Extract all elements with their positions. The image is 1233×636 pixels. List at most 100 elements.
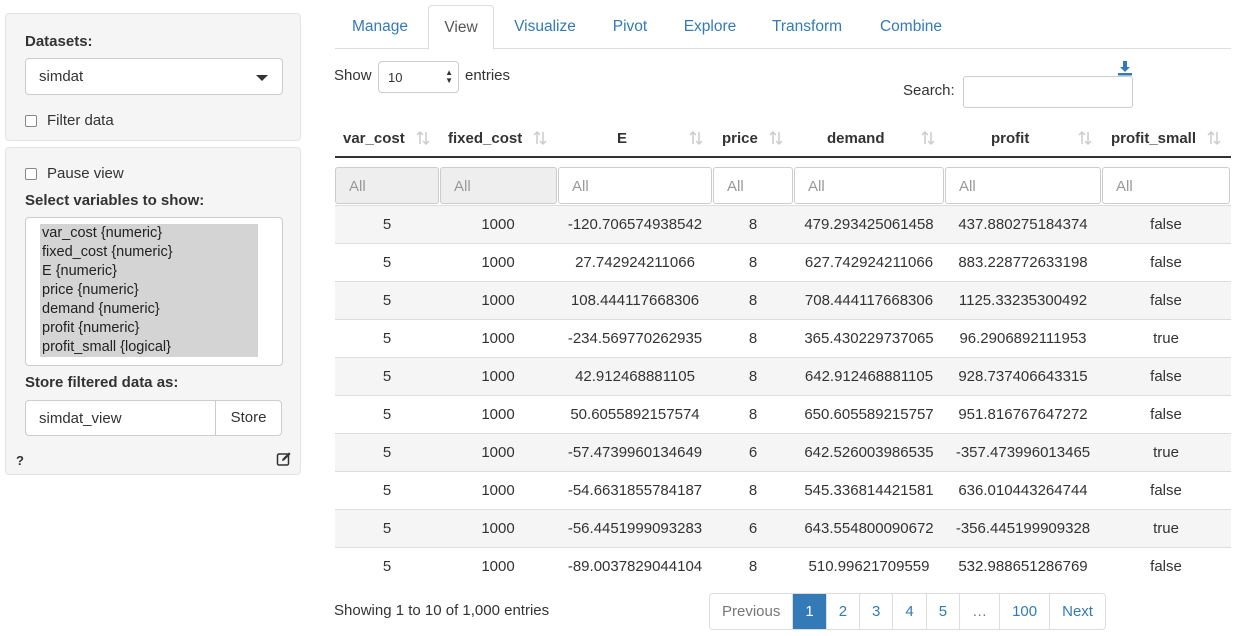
- filter-demand[interactable]: All: [794, 167, 944, 204]
- filter-data-checkbox[interactable]: [25, 114, 37, 127]
- pagination-page-100[interactable]: 100: [999, 594, 1050, 629]
- download-icon[interactable]: [1117, 60, 1133, 76]
- table-cell-demand: 627.742924211066: [804, 254, 934, 271]
- table-cell-demand: 642.526003986535: [804, 444, 934, 461]
- table-cell-var-cost: 5: [382, 444, 392, 461]
- table-row[interactable]: 5 1000 -57.4739960134649 6 642.526003986535 -…: [335, 433, 1231, 471]
- table-row[interactable]: 5 1000 -234.569770262935 8 365.430229737065 9…: [335, 319, 1231, 357]
- column-header-profit-small[interactable]: profit_small: [1111, 120, 1196, 158]
- table-cell-fixed-cost: 1000: [481, 292, 515, 309]
- store-label: Store filtered data as:: [25, 374, 179, 391]
- column-header-var-cost[interactable]: var_cost: [343, 120, 405, 158]
- pagination-page-1[interactable]: 1: [792, 594, 826, 629]
- filter-profit-small[interactable]: All: [1102, 167, 1230, 204]
- store-button[interactable]: Store: [215, 400, 282, 436]
- variable-option[interactable]: profit_small {logical}: [40, 338, 258, 357]
- sort-icon[interactable]: [920, 130, 936, 146]
- pagination-page-5[interactable]: 5: [925, 594, 960, 629]
- edit-icon[interactable]: [276, 451, 292, 467]
- table-row[interactable]: 5 1000 108.444117668306 8 708.444117668306 11…: [335, 281, 1231, 319]
- variable-option[interactable]: price {numeric}: [40, 281, 258, 300]
- pagination-previous[interactable]: Previous: [710, 594, 793, 629]
- table-cell-profit: 883.228772633198: [958, 254, 1088, 271]
- column-header-e[interactable]: E: [617, 120, 627, 158]
- variable-option[interactable]: profit {numeric}: [40, 319, 258, 338]
- column-header-price[interactable]: price: [722, 120, 758, 158]
- table-cell-demand: 650.605589215757: [804, 406, 934, 423]
- sort-icon[interactable]: [688, 130, 704, 146]
- sort-icon[interactable]: [415, 130, 431, 146]
- table-cell-demand: 642.912468881105: [804, 368, 934, 385]
- table-cell-e: -89.0037829044104: [567, 558, 703, 575]
- tab-explore[interactable]: Explore: [674, 5, 746, 49]
- table-cell-profit-small: false: [1150, 482, 1182, 499]
- tab-transform[interactable]: Transform: [763, 5, 851, 49]
- help-icon[interactable]: ?: [16, 453, 24, 468]
- sort-icon[interactable]: [768, 130, 784, 146]
- table-row[interactable]: 5 1000 -56.4451999093283 6 643.554800090672 -…: [335, 509, 1231, 547]
- table-cell-profit-small: false: [1150, 292, 1182, 309]
- table-cell-price: 8: [748, 292, 758, 309]
- table-cell-var-cost: 5: [382, 216, 392, 233]
- table-row[interactable]: 5 1000 27.742924211066 8 627.742924211066 883…: [335, 243, 1231, 281]
- dataset-select[interactable]: simdat: [25, 58, 283, 95]
- pagination-ellipsis: …: [959, 594, 1000, 629]
- table-cell-fixed-cost: 1000: [481, 254, 515, 271]
- sort-icon[interactable]: [1206, 130, 1222, 146]
- column-header-fixed-cost[interactable]: fixed_cost: [448, 120, 522, 158]
- table-cell-price: 8: [748, 482, 758, 499]
- variable-option[interactable]: demand {numeric}: [40, 300, 258, 319]
- store-name-input[interactable]: simdat_view: [25, 400, 216, 436]
- table-cell-demand: 510.99621709559: [808, 558, 930, 575]
- pause-view-checkbox[interactable]: [25, 167, 37, 180]
- table-cell-profit-small: true: [1153, 520, 1179, 537]
- pagination-page-4[interactable]: 4: [892, 594, 926, 629]
- table-row[interactable]: 5 1000 42.912468881105 8 642.912468881105 928…: [335, 357, 1231, 395]
- table-cell-fixed-cost: 1000: [481, 520, 515, 537]
- filter-var-cost[interactable]: All: [335, 167, 439, 204]
- table-cell-price: 6: [748, 444, 758, 461]
- variable-option[interactable]: E {numeric}: [40, 262, 258, 281]
- table-row[interactable]: 5 1000 -89.0037829044104 8 510.99621709559 53…: [335, 547, 1231, 585]
- filter-fixed-cost[interactable]: All: [440, 167, 557, 204]
- variable-option[interactable]: fixed_cost {numeric}: [40, 243, 258, 262]
- tab-manage[interactable]: Manage: [335, 5, 425, 49]
- pause-view-checkbox-row[interactable]: Pause view: [25, 165, 124, 182]
- table-info: Showing 1 to 10 of 1,000 entries: [334, 602, 550, 619]
- table-cell-e: -54.6631855784187: [567, 482, 703, 499]
- table-cell-price: 8: [748, 406, 758, 423]
- page-length-select[interactable]: 10 ▲ ▼: [378, 61, 459, 93]
- filter-profit[interactable]: All: [945, 167, 1101, 204]
- table-cell-var-cost: 5: [382, 254, 392, 271]
- table-cell-profit: -356.445199909328: [955, 520, 1091, 537]
- table-cell-profit-small: false: [1150, 558, 1182, 575]
- filter-e[interactable]: All: [558, 167, 712, 204]
- view-options-panel: Pause view Select variables to show: var…: [5, 147, 301, 475]
- column-header-demand[interactable]: demand: [827, 120, 885, 158]
- tab-visualize[interactable]: Visualize: [500, 5, 590, 49]
- filter-data-checkbox-row[interactable]: Filter data: [25, 112, 114, 129]
- table-cell-profit-small: false: [1150, 368, 1182, 385]
- column-header-profit[interactable]: profit: [991, 120, 1029, 158]
- table-cell-demand: 365.430229737065: [804, 330, 934, 347]
- table-row[interactable]: 5 1000 -54.6631855784187 8 545.336814421581 6…: [335, 471, 1231, 509]
- pagination-next[interactable]: Next: [1049, 594, 1105, 629]
- sort-icon[interactable]: [1077, 130, 1093, 146]
- variables-listbox[interactable]: var_cost {numeric} fixed_cost {numeric} …: [25, 217, 283, 366]
- pagination-page-3[interactable]: 3: [859, 594, 893, 629]
- search-input[interactable]: [963, 76, 1133, 108]
- tab-combine[interactable]: Combine: [869, 5, 953, 49]
- tab-pivot[interactable]: Pivot: [599, 5, 661, 49]
- table-cell-price: 6: [748, 520, 758, 537]
- variable-option[interactable]: var_cost {numeric}: [40, 224, 258, 243]
- filter-price[interactable]: All: [713, 167, 793, 204]
- pagination-page-2[interactable]: 2: [825, 594, 860, 629]
- table-cell-profit: 437.880275184374: [958, 216, 1088, 233]
- table-cell-var-cost: 5: [382, 482, 392, 499]
- table-row[interactable]: 5 1000 -120.706574938542 8 479.293425061458 4…: [335, 205, 1231, 243]
- sort-icon[interactable]: [532, 130, 548, 146]
- table-row[interactable]: 5 1000 50.6055892157574 8 650.605589215757 95…: [335, 395, 1231, 433]
- table-cell-e: 50.6055892157574: [570, 406, 700, 423]
- tab-view[interactable]: View: [428, 5, 494, 50]
- table-header: var_cost fixed_cost E price demand profi…: [335, 120, 1231, 158]
